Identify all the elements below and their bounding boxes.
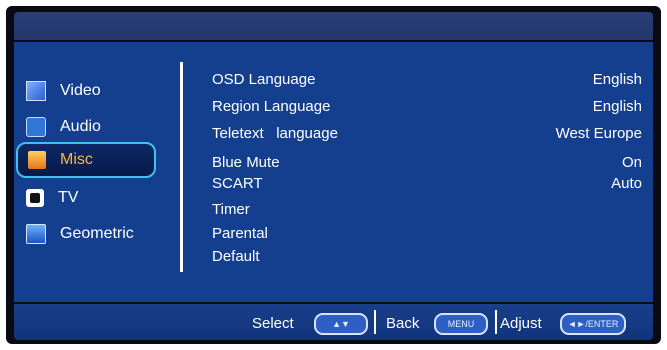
setting-value: On (621, 154, 642, 171)
video-icon (26, 81, 46, 101)
setting-timer[interactable]: Timer (212, 201, 642, 218)
menu-item-audio[interactable]: Audio (26, 114, 101, 140)
menu-item-misc[interactable]: Misc (16, 142, 156, 178)
setting-label: OSD Language (212, 71, 316, 88)
audio-icon (26, 117, 46, 137)
menu-item-tv[interactable]: TV (26, 185, 78, 211)
menu-item-label: Geometric (60, 225, 134, 242)
menu-item-video[interactable]: Video (26, 78, 101, 104)
setting-value: West Europe (555, 125, 642, 142)
menu-item-label: TV (58, 189, 79, 206)
misc-icon (28, 151, 46, 169)
select-hint-label: Select (252, 315, 294, 332)
menu-divider (180, 62, 183, 272)
back-hint-label: Back (386, 315, 420, 332)
setting-label: Teletext language (212, 125, 338, 142)
setting-osd-language[interactable]: OSD Language English (212, 71, 642, 88)
setting-label: Parental (212, 225, 268, 242)
footer-separator (495, 310, 497, 334)
menu-item-label: Audio (60, 118, 101, 135)
setting-value: Auto (611, 175, 642, 192)
setting-label: Blue Mute (212, 154, 280, 171)
geometric-icon (26, 224, 46, 244)
setting-value: English (592, 71, 642, 88)
back-key-icon: MENU (434, 313, 488, 335)
footer-separator (374, 310, 376, 334)
setting-label: Default (212, 248, 260, 265)
setting-scart[interactable]: SCART Auto (212, 175, 642, 192)
setting-label: SCART (212, 175, 263, 192)
menu-item-geometric[interactable]: Geometric (26, 221, 134, 247)
setting-value: English (592, 98, 642, 115)
setting-label: Timer (212, 201, 250, 218)
setting-parental[interactable]: Parental (212, 225, 642, 242)
adjust-key-icon: ◄►/ENTER (560, 313, 626, 335)
menu-item-label: Misc (60, 151, 93, 168)
setting-default[interactable]: Default (212, 248, 642, 265)
setting-label: Region Language (212, 98, 331, 115)
tv-icon (26, 189, 44, 207)
setting-region-language[interactable]: Region Language English (212, 98, 642, 115)
setting-blue-mute[interactable]: Blue Mute On (212, 154, 642, 171)
setting-teletext-language[interactable]: Teletext language West Europe (212, 125, 642, 142)
adjust-hint-label: Adjust (500, 315, 542, 332)
osd-header-bar (14, 12, 653, 40)
menu-item-label: Video (60, 82, 101, 99)
select-key-icon: ▲▼ (314, 313, 368, 335)
